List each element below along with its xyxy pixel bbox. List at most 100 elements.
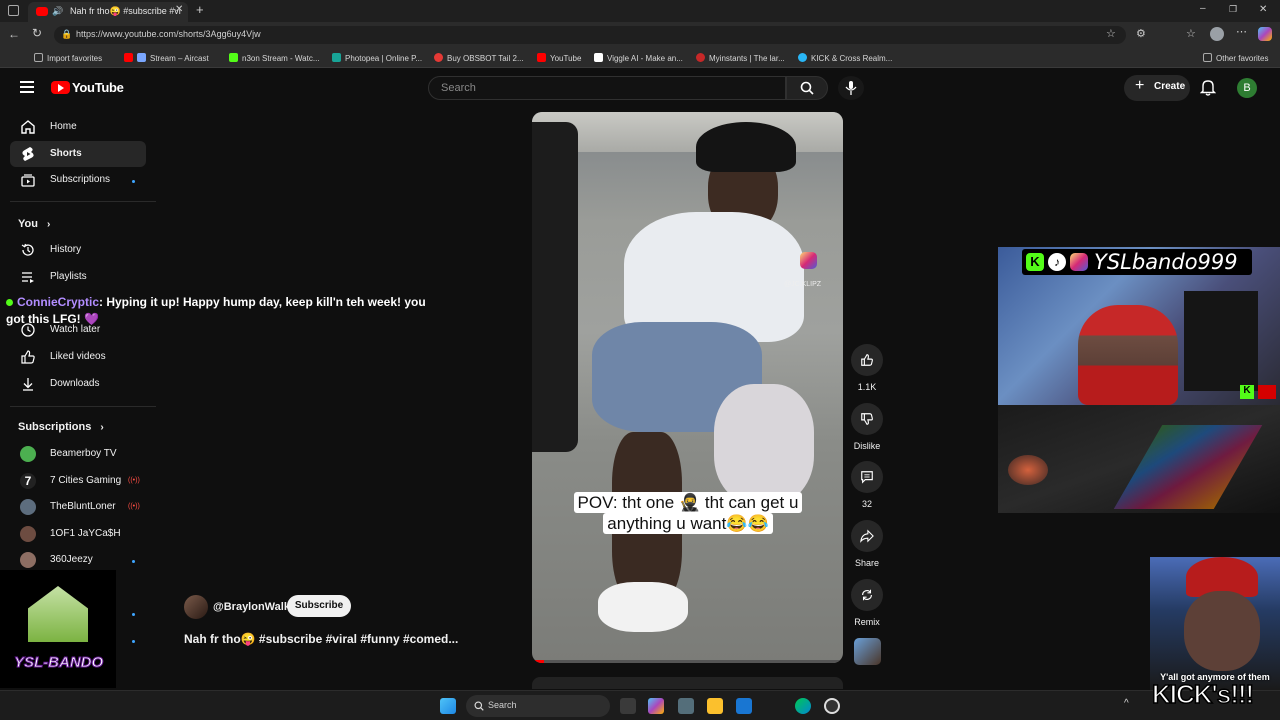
channel-name[interactable]: @BraylonWalk bbox=[213, 601, 290, 613]
folder-icon bbox=[1203, 53, 1212, 62]
new-content-dot bbox=[132, 613, 135, 616]
subscription-channel[interactable]: Beamerboy TV bbox=[10, 441, 146, 467]
obs-icon[interactable] bbox=[824, 698, 840, 714]
short-title[interactable]: Nah fr tho😜 #subscribe #viral #funny #co… bbox=[184, 632, 458, 646]
short-video-player[interactable]: @JC.KLIPZ POV: tht one 🥷 tht can get u a… bbox=[532, 112, 843, 663]
bookmark-obsbot[interactable]: Buy OBSBOT Tail 2... bbox=[434, 53, 524, 63]
channel-avatar[interactable] bbox=[184, 595, 208, 619]
viggle-icon bbox=[594, 53, 603, 62]
sidebar-item-liked-videos[interactable]: Liked videos bbox=[10, 344, 146, 370]
file-explorer-icon[interactable] bbox=[707, 698, 723, 714]
tray-chevron-up-icon[interactable]: ^ bbox=[1124, 698, 1129, 709]
channel-avatar bbox=[20, 526, 36, 542]
share-icon bbox=[860, 529, 874, 543]
more-menu-icon[interactable]: ⋯ bbox=[1236, 25, 1247, 38]
bookmark-viggle[interactable]: Viggle AI - Make an... bbox=[594, 53, 683, 63]
bookmark-aircast[interactable]: Stream – Aircast bbox=[124, 53, 209, 63]
bookmark-other-favorites[interactable]: Other favorites bbox=[1203, 53, 1268, 63]
subscribe-button[interactable]: Subscribe bbox=[287, 595, 351, 617]
background-storefront bbox=[532, 112, 843, 152]
refresh-icon[interactable]: ↻ bbox=[32, 26, 42, 40]
video-watermark: @JC.KLIPZ bbox=[784, 281, 822, 288]
tab-close-icon[interactable]: ✕ bbox=[175, 4, 183, 15]
back-icon[interactable]: ← bbox=[8, 27, 20, 41]
search-icon bbox=[800, 81, 814, 95]
shorts-icon bbox=[22, 147, 34, 161]
bookmark-youtube[interactable]: YouTube bbox=[537, 53, 581, 63]
sidebar-item-downloads[interactable]: Downloads bbox=[10, 371, 146, 397]
playlists-icon bbox=[22, 272, 34, 283]
share-button[interactable]: Share bbox=[851, 520, 883, 568]
speaker-icon[interactable]: 🔊 bbox=[52, 6, 63, 17]
sidebar-item-playlists[interactable]: Playlists bbox=[10, 264, 146, 290]
streamer-name-banner: K ♪ YSLbando999 bbox=[1022, 249, 1252, 275]
sidebar-item-history[interactable]: History bbox=[10, 237, 146, 263]
house-graphic bbox=[28, 586, 88, 642]
windows-start-icon[interactable] bbox=[440, 698, 456, 714]
live-indicator-icon: ((•)) bbox=[128, 477, 140, 484]
logo-text: YSL-BANDO bbox=[13, 654, 104, 672]
maximize-icon[interactable]: ❐ bbox=[1229, 4, 1237, 15]
new-tab-icon[interactable]: + bbox=[196, 2, 204, 17]
sidebar-section-you[interactable]: You › bbox=[18, 218, 50, 230]
remix-label: Remix bbox=[854, 617, 880, 627]
next-short-preview[interactable] bbox=[532, 677, 843, 689]
search-button[interactable] bbox=[786, 76, 828, 100]
black-cap bbox=[696, 122, 796, 172]
dislike-button[interactable]: Dislike bbox=[851, 403, 883, 451]
kick-icon: K bbox=[1240, 385, 1254, 399]
extensions-icon[interactable]: ⚙ bbox=[1136, 27, 1146, 40]
account-avatar[interactable]: B bbox=[1237, 78, 1257, 98]
minimize-icon[interactable]: – bbox=[1200, 3, 1206, 14]
taskbar-search[interactable]: Search bbox=[466, 695, 610, 717]
youtube-favicon-icon bbox=[124, 53, 133, 62]
bookmark-kick-cross-realm[interactable]: KICK & Cross Realm... bbox=[798, 53, 892, 63]
remix-button[interactable]: Remix bbox=[851, 579, 883, 627]
sidebar-item-home[interactable]: Home bbox=[10, 114, 146, 140]
like-button[interactable]: 1.1K bbox=[851, 344, 883, 392]
obsbot-icon bbox=[434, 53, 443, 62]
instagram-icon bbox=[800, 252, 817, 269]
channel-avatar bbox=[20, 552, 36, 568]
bookmark-import-favorites[interactable]: Import favorites bbox=[34, 53, 102, 63]
outlook-icon[interactable] bbox=[736, 698, 752, 714]
youtube-header: YouTube Search + Create B bbox=[0, 68, 1280, 108]
bookmark-myinstants[interactable]: Myinstants | The lar... bbox=[696, 53, 785, 63]
create-button[interactable]: + Create bbox=[1124, 75, 1190, 101]
url-field[interactable]: 🔒 https://www.youtube.com/shorts/3Agg6uy… bbox=[54, 26, 1126, 44]
sidebar-item-subscriptions[interactable]: Subscriptions bbox=[10, 167, 146, 193]
subscription-channel[interactable]: TheBluntLoner bbox=[10, 494, 146, 520]
bookmark-n3on[interactable]: n3on Stream - Watc... bbox=[229, 53, 320, 63]
favorite-star-icon[interactable]: ☆ bbox=[1106, 27, 1116, 40]
progress-bar[interactable] bbox=[532, 660, 843, 663]
browser-tab-bar: 🔊 Nah fr tho😜 #subscribe #vi ✕ + – ❐ ✕ bbox=[0, 0, 1280, 22]
video-caption: POV: tht one 🥷 tht can get u anything u … bbox=[556, 492, 820, 534]
sound-thumbnail[interactable] bbox=[854, 638, 881, 665]
new-content-dot bbox=[132, 180, 135, 183]
comment-count: 32 bbox=[861, 499, 872, 509]
sidebar-item-shorts[interactable]: Shorts bbox=[10, 141, 146, 167]
task-view-icon[interactable] bbox=[620, 698, 636, 714]
new-content-dot bbox=[132, 560, 135, 563]
comments-button[interactable]: 32 bbox=[851, 461, 883, 509]
edge-icon[interactable] bbox=[795, 698, 811, 714]
white-sneakers bbox=[598, 582, 688, 632]
store-icon[interactable] bbox=[678, 698, 694, 714]
voice-search-button[interactable] bbox=[838, 76, 864, 100]
window-close-icon[interactable]: ✕ bbox=[1259, 4, 1267, 15]
sidebar-section-subscriptions[interactable]: Subscriptions › bbox=[18, 421, 104, 433]
search-input[interactable]: Search bbox=[428, 76, 786, 100]
tab-actions-icon[interactable] bbox=[8, 5, 19, 16]
subscription-channel[interactable]: 7 7 Cities Gaming bbox=[10, 468, 146, 494]
favorites-icon[interactable]: ☆ bbox=[1186, 27, 1196, 40]
profile-avatar[interactable] bbox=[1210, 27, 1224, 41]
copilot-icon[interactable] bbox=[1258, 27, 1272, 41]
subscription-channel[interactable]: 1OF1 JaYCa$H bbox=[10, 521, 146, 547]
bookmark-photopea[interactable]: Photopea | Online P... bbox=[332, 53, 422, 63]
browser-tab[interactable]: 🔊 Nah fr tho😜 #subscribe #vi bbox=[28, 2, 188, 22]
copilot-icon[interactable] bbox=[648, 698, 664, 714]
studio-shelf bbox=[1184, 291, 1258, 391]
hamburger-menu-icon[interactable] bbox=[20, 81, 34, 93]
notifications-bell-icon[interactable] bbox=[1200, 79, 1216, 96]
aircast-icon bbox=[137, 53, 146, 62]
